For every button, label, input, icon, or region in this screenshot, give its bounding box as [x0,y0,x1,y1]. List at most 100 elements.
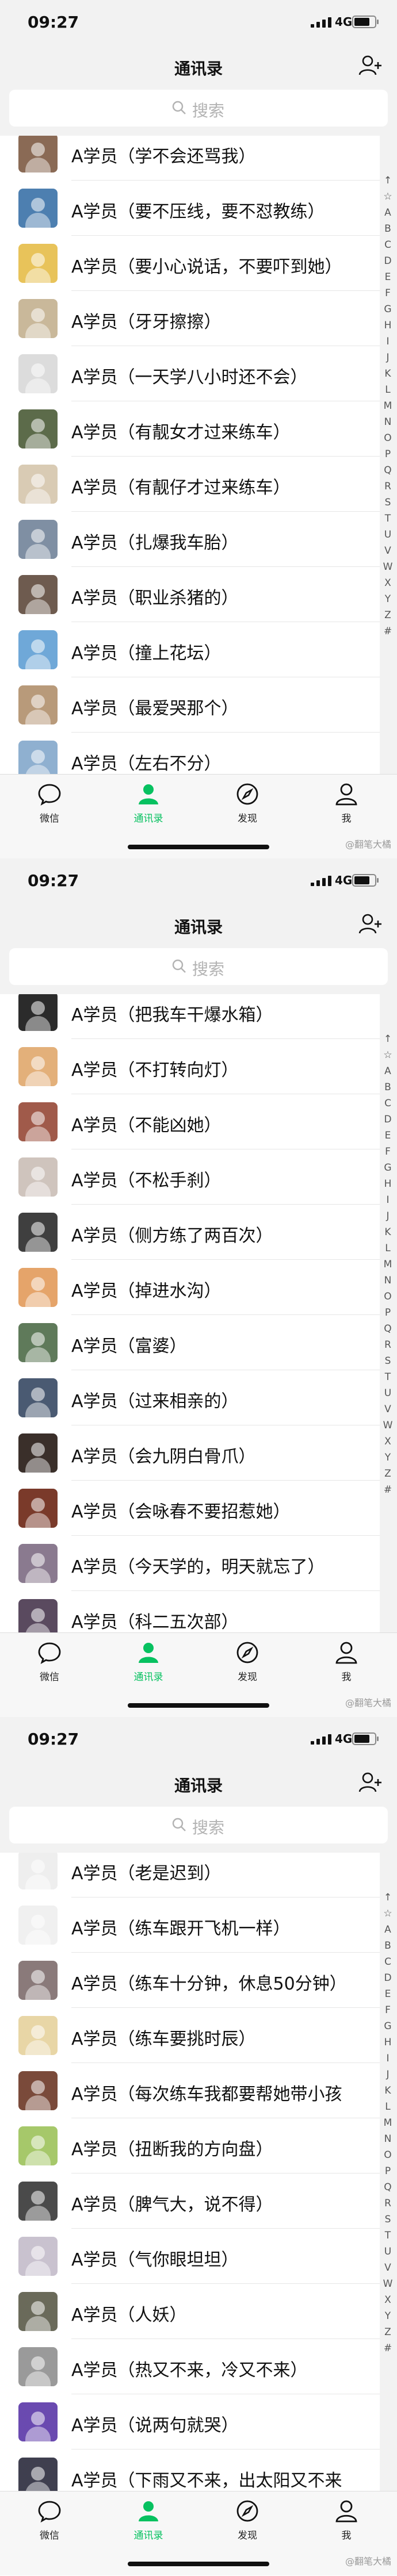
contact-row[interactable]: A学员（人妖） [0,2284,380,2339]
index-letter[interactable]: A [381,1922,395,1938]
index-letter[interactable]: ↑ [381,172,395,189]
contact-row[interactable]: A学员（热又不来，冷又不来） [0,2339,380,2394]
index-letter[interactable]: X [381,1433,395,1450]
index-letter[interactable]: # [381,1482,395,1498]
index-letter[interactable]: ☆ [381,1047,395,1063]
add-friend-icon[interactable] [358,913,383,936]
contact-row[interactable]: A学员（气你眼坦坦） [0,2229,380,2284]
index-letter[interactable]: B [381,1938,395,1954]
index-letter[interactable]: W [381,559,395,575]
index-letter[interactable]: F [381,2002,395,2018]
contact-row[interactable]: A学员（不松手刹） [0,1149,380,1205]
index-letter[interactable]: B [381,1079,395,1095]
index-letter[interactable]: K [381,2083,395,2099]
index-letter[interactable]: J [381,1208,395,1224]
tab-wechat[interactable]: 微信 [0,2498,99,2550]
tab-discover[interactable]: 发现 [198,1640,297,1692]
index-letter[interactable]: R [381,1337,395,1353]
index-letter[interactable]: X [381,2292,395,2308]
index-letter[interactable]: S [381,2211,395,2228]
index-letter[interactable]: I [381,2050,395,2067]
index-letter[interactable]: V [381,2260,395,2276]
contact-row[interactable]: A学员（说两句就哭） [0,2394,380,2450]
index-letter[interactable]: N [381,414,395,430]
contact-row[interactable]: A学员（不打转向灯） [0,1039,380,1094]
contact-row[interactable]: A学员（科二五次部） [0,1591,380,1632]
index-letter[interactable]: C [381,1095,395,1111]
index-letter[interactable]: L [381,382,395,398]
index-letter[interactable]: F [381,285,395,301]
index-letter[interactable]: U [381,1385,395,1401]
index-letter[interactable]: O [381,2147,395,2163]
contact-row[interactable]: A学员（不能凶她） [0,1094,380,1149]
index-letter[interactable]: D [381,1111,395,1128]
index-letter[interactable]: P [381,1305,395,1321]
contact-row[interactable]: A学员（富婆） [0,1315,380,1370]
search-input[interactable]: 搜索 [9,1807,388,1843]
alphabet-index[interactable]: ↑ ☆ A B C D E F G H I J K L M N O P Q R S T U V W X Y Z # [381,1031,395,1498]
index-letter[interactable]: D [381,1970,395,1986]
index-letter[interactable]: J [381,2067,395,2083]
tab-contacts[interactable]: 通讯录 [99,781,198,833]
index-letter[interactable]: O [381,430,395,446]
index-letter[interactable]: R [381,2195,395,2211]
contact-row[interactable]: A学员（要小心说话，不要吓到她） [0,236,380,291]
index-letter[interactable]: M [381,2115,395,2131]
index-letter[interactable]: Q [381,2179,395,2195]
contact-row[interactable]: A学员（有靓仔才过来练车） [0,457,380,512]
index-letter[interactable]: K [381,366,395,382]
index-letter[interactable]: B [381,221,395,237]
search-input[interactable]: 搜索 [9,948,388,985]
index-letter[interactable]: X [381,575,395,591]
index-letter[interactable]: T [381,1369,395,1385]
contact-row[interactable]: A学员（会咏春不要招惹她） [0,1481,380,1536]
contact-row[interactable]: A学员（今天学的，明天就忘了） [0,1536,380,1591]
index-letter[interactable]: T [381,511,395,527]
tab-me[interactable]: 我 [297,1640,396,1692]
index-letter[interactable]: C [381,1954,395,1970]
contact-row[interactable]: A学员（扎爆我车胎） [0,512,380,567]
index-letter[interactable]: P [381,2163,395,2179]
contact-row[interactable]: A学员（职业杀猪的） [0,567,380,622]
index-letter[interactable]: Z [381,607,395,623]
index-letter[interactable]: G [381,301,395,317]
index-letter[interactable]: Y [381,2308,395,2324]
index-letter[interactable]: L [381,2099,395,2115]
contact-row[interactable]: A学员（学不会还骂我） [0,136,380,181]
contact-row[interactable]: A学员（有靓女才过来练车） [0,401,380,457]
contact-row[interactable]: A学员（撞上花坛） [0,622,380,677]
index-letter[interactable]: Z [381,1466,395,1482]
index-letter[interactable]: ↑ [381,1889,395,1906]
index-letter[interactable]: E [381,269,395,285]
index-letter[interactable]: T [381,2228,395,2244]
contact-row[interactable]: A学员（侧方练了两百次） [0,1205,380,1260]
index-letter[interactable]: J [381,350,395,366]
search-input[interactable]: 搜索 [9,90,388,126]
index-letter[interactable]: C [381,237,395,253]
tab-wechat[interactable]: 微信 [0,781,99,833]
index-letter[interactable]: M [381,1256,395,1272]
contact-row[interactable]: A学员（把我车干爆水箱） [0,994,380,1039]
contact-row[interactable]: A学员（每次练车我都要帮她带小孩 [0,2063,380,2118]
contact-row[interactable]: A学员（会九阴白骨爪） [0,1425,380,1481]
contact-row[interactable]: A学员（要不压线，要不怼教练） [0,181,380,236]
index-letter[interactable]: W [381,1417,395,1433]
index-letter[interactable]: W [381,2276,395,2292]
tab-contacts[interactable]: 通讯录 [99,2498,198,2550]
index-letter[interactable]: V [381,543,395,559]
index-letter[interactable]: F [381,1144,395,1160]
tab-discover[interactable]: 发现 [198,781,297,833]
add-friend-icon[interactable] [358,1771,383,1794]
contact-row[interactable]: A学员（一天学八小时还不会） [0,346,380,401]
contact-row[interactable]: A学员（脾气大，说不得） [0,2174,380,2229]
index-letter[interactable]: D [381,253,395,269]
index-letter[interactable]: E [381,1128,395,1144]
index-letter[interactable]: A [381,205,395,221]
index-letter[interactable]: ☆ [381,189,395,205]
contact-row[interactable]: A学员（老是迟到） [0,1853,380,1897]
index-letter[interactable]: I [381,1192,395,1208]
index-letter[interactable]: # [381,623,395,639]
index-letter[interactable]: I [381,334,395,350]
tab-me[interactable]: 我 [297,781,396,833]
index-letter[interactable]: Y [381,1450,395,1466]
